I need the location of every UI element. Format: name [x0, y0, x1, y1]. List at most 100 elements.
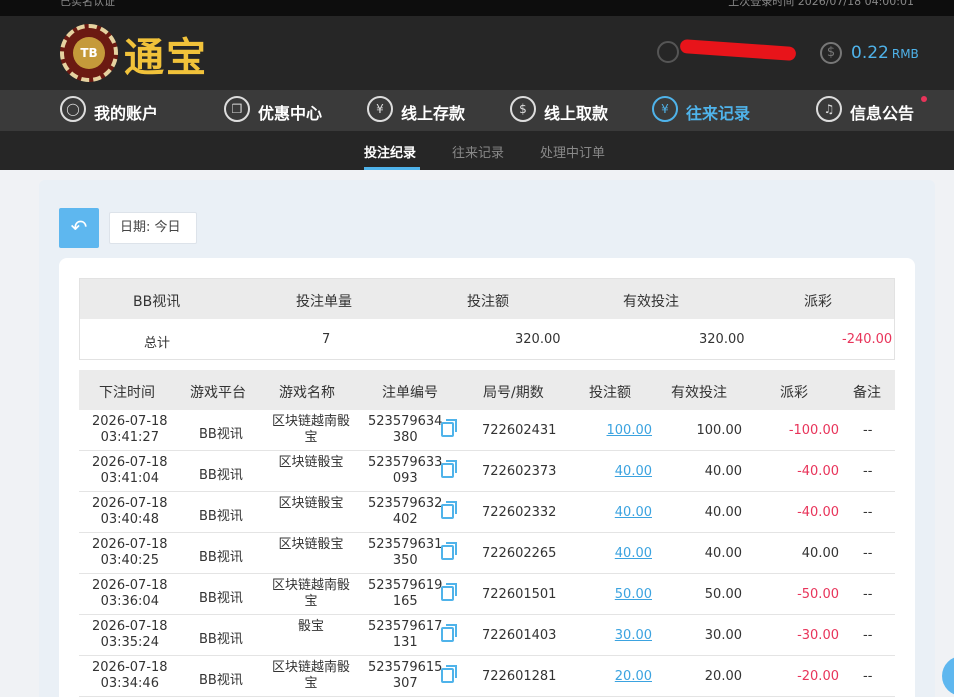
payout: -20.00 — [797, 669, 839, 684]
tab-bet-records[interactable]: 投注纪录 — [364, 142, 416, 161]
valid-bet: 20.00 — [704, 669, 742, 684]
game-name: 区块链骰宝 — [271, 537, 351, 553]
header-cell: 游戏平台 — [190, 385, 246, 401]
tab-transactions[interactable]: 往来记录 — [452, 142, 504, 161]
bet-id-line2: 307 — [392, 676, 418, 691]
bet-id-line2: 131 — [392, 635, 418, 650]
summary-total-label: 总计 — [144, 336, 171, 351]
active-tab-indicator — [364, 167, 420, 170]
summary-valid-bet: 320.00 — [699, 332, 745, 347]
round-number: 722602431 — [482, 423, 557, 438]
bet-amount-link[interactable]: 30.00 — [615, 628, 652, 643]
game-name: 骰宝 — [271, 619, 351, 635]
bet-id: 523579633 093 — [368, 455, 442, 487]
bet-id-line1: 523579633 — [368, 455, 443, 470]
valid-bet: 100.00 — [696, 423, 743, 438]
bet-clock: 03:40:25 — [100, 553, 159, 568]
bet-amount-link[interactable]: 50.00 — [615, 587, 652, 602]
valid-bet: 40.00 — [704, 464, 742, 479]
copy-icon[interactable] — [441, 665, 457, 683]
back-button[interactable]: ↶ — [59, 208, 99, 248]
header-cell: 游戏名称 — [279, 385, 335, 401]
nav-label: 往来记录 — [686, 104, 751, 123]
copy-icon[interactable] — [441, 542, 457, 560]
bet-time: 2026-07-18 03:41:04 — [92, 455, 168, 487]
valid-bet: 40.00 — [704, 546, 742, 561]
game-name-line2: 宝 — [304, 430, 318, 445]
dollar-coin-icon: $ — [820, 42, 842, 64]
payout: -40.00 — [797, 505, 839, 520]
bet-id-line1: 523579631 — [368, 537, 443, 552]
bet-id: 523579619 165 — [368, 578, 442, 610]
bet-amount-link[interactable]: 40.00 — [615, 505, 652, 520]
copy-icon[interactable] — [441, 624, 457, 642]
table-row: 2026-07-18 03:40:25 BB视讯 区块链骰宝 523579631 350 7… — [79, 533, 895, 574]
nav-label: 信息公告 — [850, 104, 915, 123]
bet-clock: 03:36:04 — [100, 594, 159, 609]
bet-id: 523579617 131 — [368, 619, 442, 651]
bet-id-line2: 165 — [392, 594, 418, 609]
game-platform: BB视讯 — [199, 468, 243, 483]
bet-time: 2026-07-18 03:34:46 — [92, 660, 168, 692]
table-row: 2026-07-18 03:40:48 BB视讯 区块链骰宝 523579632 402 7… — [79, 492, 895, 533]
note: -- — [863, 628, 873, 643]
note: -- — [863, 546, 873, 561]
date-filter[interactable]: 日期: 今日 — [109, 212, 197, 244]
copy-icon[interactable] — [441, 501, 457, 519]
header-cell: 有效投注 — [671, 385, 727, 401]
game-platform: BB视讯 — [199, 591, 243, 606]
bet-id: 523579634 380 — [368, 414, 442, 446]
logo-icon[interactable]: TB — [60, 24, 118, 82]
records-icon: ¥ — [652, 96, 678, 122]
bet-amount-link[interactable]: 40.00 — [615, 464, 652, 479]
table-header: 下注时间 游戏平台 游戏名称 注单编号 局号/期数 投注额 有效投注 派彩 备注 — [79, 370, 895, 410]
top-info-strip: 已实名认证 上次登录时间 2026/07/18 04:00:01 — [0, 0, 954, 16]
summary-table: BB视讯 投注单量 投注额 有效投注 派彩 总计 7 320.00 320.00… — [79, 278, 895, 360]
game-name: 区块链越南骰宝 — [271, 660, 351, 692]
bet-date: 2026-07-18 — [92, 455, 168, 470]
game-name-line2: 宝 — [304, 594, 318, 609]
game-name-line2: 宝 — [304, 676, 318, 691]
game-platform: BB视讯 — [199, 673, 243, 688]
tab-pending-orders[interactable]: 处理中订单 — [540, 142, 605, 161]
game-name-line1: 区块链越南骰 — [271, 414, 350, 429]
valid-bet: 40.00 — [704, 505, 742, 520]
sub-nav: 投注纪录 往来记录 处理中订单 — [0, 131, 954, 170]
game-name-line1: 区块链越南骰 — [271, 578, 350, 593]
user-circle-icon[interactable] — [657, 41, 679, 63]
payout: -50.00 — [797, 587, 839, 602]
bet-time: 2026-07-18 03:41:27 — [92, 414, 168, 446]
bet-date: 2026-07-18 — [92, 496, 168, 511]
round-number: 722601281 — [482, 669, 557, 684]
bet-time: 2026-07-18 03:36:04 — [92, 578, 168, 610]
table-row: 2026-07-18 03:36:04 BB视讯 区块链越南骰宝 523579619 16… — [79, 574, 895, 615]
nav-label: 线上取款 — [544, 104, 609, 123]
bet-date: 2026-07-18 — [92, 578, 168, 593]
bet-id-line2: 093 — [392, 471, 418, 486]
game-name: 区块链越南骰宝 — [271, 578, 351, 610]
copy-icon[interactable] — [441, 583, 457, 601]
copy-icon[interactable] — [441, 460, 457, 478]
floating-action-button[interactable] — [942, 656, 954, 696]
balance-amount: 0.22 — [851, 43, 889, 63]
bet-amount-link[interactable]: 100.00 — [607, 423, 653, 438]
bet-clock: 03:35:24 — [100, 635, 159, 650]
valid-bet: 50.00 — [704, 587, 742, 602]
bet-id-line1: 523579617 — [368, 619, 443, 634]
balance-currency: RMB — [891, 47, 919, 61]
nav-label: 优惠中心 — [258, 104, 323, 123]
copy-icon[interactable] — [441, 419, 457, 437]
note: -- — [863, 423, 873, 438]
username-redacted — [679, 38, 797, 62]
bet-amount-link[interactable]: 40.00 — [615, 546, 652, 561]
brand-name[interactable]: 通宝 — [124, 25, 208, 83]
summary-header-cell: 有效投注 — [623, 294, 679, 310]
table-row: 2026-07-18 03:34:46 BB视讯 区块链越南骰宝 523579615 30… — [79, 656, 895, 697]
user-icon: ◯ — [60, 96, 86, 122]
bet-date: 2026-07-18 — [92, 537, 168, 552]
bet-clock: 03:41:27 — [100, 430, 159, 445]
bet-amount-link[interactable]: 20.00 — [615, 669, 652, 684]
header-cell: 派彩 — [780, 385, 808, 401]
bet-id-line1: 523579619 — [368, 578, 443, 593]
header-cell: 局号/期数 — [483, 385, 544, 401]
